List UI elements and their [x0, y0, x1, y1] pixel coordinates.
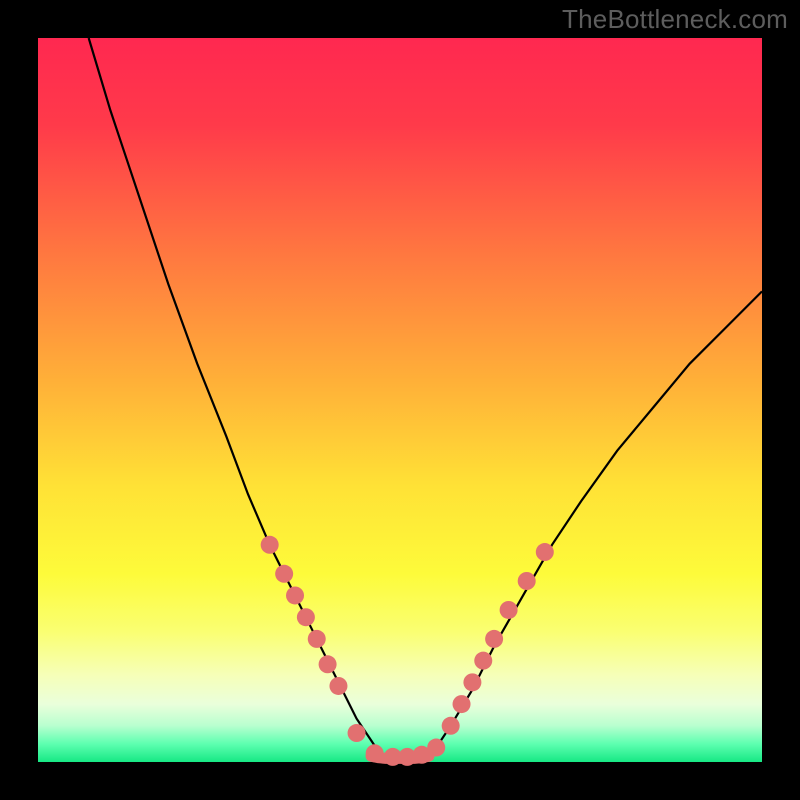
data-marker	[366, 744, 384, 762]
plot-area	[38, 38, 762, 762]
data-marker	[442, 717, 460, 735]
data-marker	[286, 586, 304, 604]
data-marker	[463, 673, 481, 691]
marker-group-left	[261, 536, 348, 695]
data-marker	[453, 695, 471, 713]
data-marker	[275, 565, 293, 583]
data-marker	[348, 724, 366, 742]
data-marker	[536, 543, 554, 561]
data-marker	[329, 677, 347, 695]
data-marker	[297, 608, 315, 626]
bottleneck-chart: TheBottleneck.com	[0, 0, 800, 800]
data-marker	[319, 655, 337, 673]
data-marker	[474, 652, 492, 670]
data-marker	[485, 630, 503, 648]
v-curve-left	[89, 38, 386, 756]
data-marker	[427, 739, 445, 757]
data-marker	[518, 572, 536, 590]
data-marker	[308, 630, 326, 648]
data-marker	[261, 536, 279, 554]
watermark-text: TheBottleneck.com	[562, 4, 788, 35]
curve-layer	[38, 38, 762, 762]
data-marker	[500, 601, 518, 619]
